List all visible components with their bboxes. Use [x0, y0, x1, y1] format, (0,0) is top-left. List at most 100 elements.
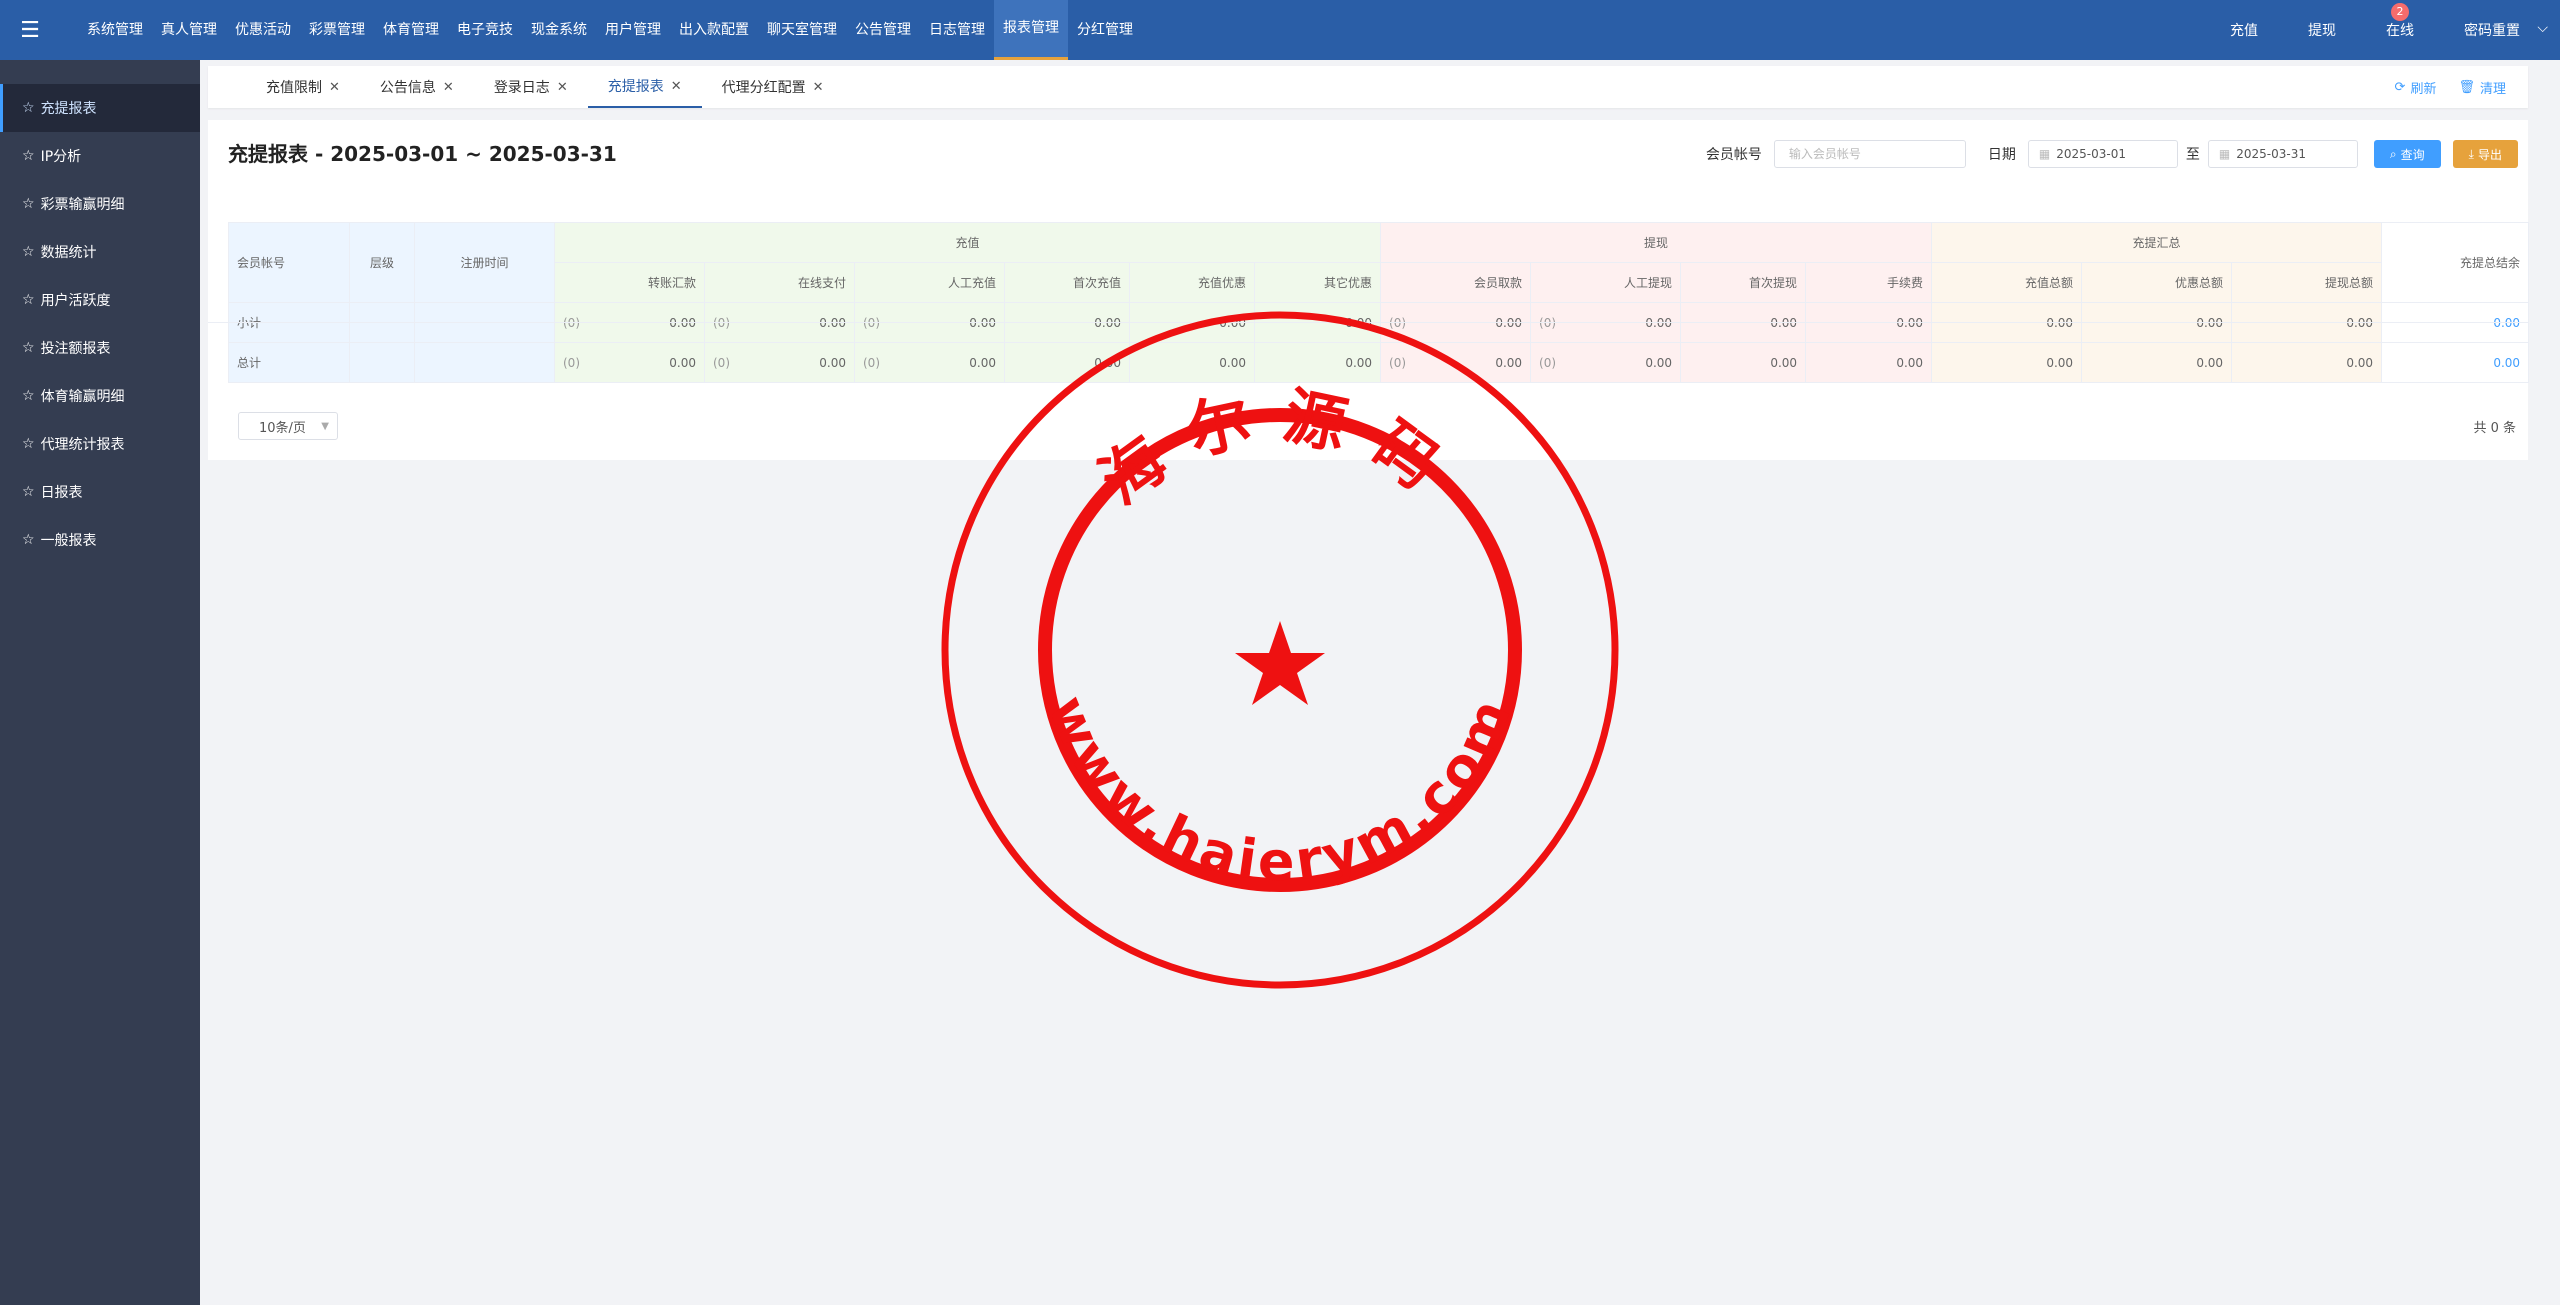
sidebar-item[interactable]: ☆ 日报表: [0, 468, 200, 516]
sidebar-item[interactable]: ☆ 充提报表: [0, 84, 200, 132]
nav-item[interactable]: 公告管理: [846, 0, 920, 60]
star-icon: [1235, 621, 1325, 705]
search-label: 查询: [2400, 147, 2425, 162]
search-button[interactable]: ⌕ 查询: [2373, 140, 2441, 168]
star-icon: ☆: [22, 100, 35, 116]
sidebar-item[interactable]: ☆ 投注额报表: [0, 324, 200, 372]
amount-value: 0.00: [1770, 355, 1798, 370]
nav-item[interactable]: 分红管理: [1068, 0, 1142, 60]
close-icon[interactable]: ✕: [557, 80, 568, 95]
close-icon[interactable]: ✕: [329, 80, 340, 95]
online-link[interactable]: 在线 2: [2386, 3, 2414, 40]
group-header-withdraw: 提现: [1380, 222, 1933, 263]
column-header: 首次提现: [1680, 262, 1807, 303]
sidebar-item[interactable]: ☆ 数据统计: [0, 228, 200, 276]
tab[interactable]: 登录日志 ✕: [474, 66, 588, 108]
column-header: 人工充值: [854, 262, 1005, 303]
download-icon: ⤓: [2468, 146, 2474, 161]
nav-item[interactable]: 现金系统: [522, 0, 596, 60]
sidebar: ☆ 充提报表 ☆ IP分析 ☆ 彩票输赢明细 ☆ 数据统计 ☆ 用户活跃度 ☆ 投注额报表 ☆ 体育输赢明…: [0, 60, 200, 1305]
chevron-down-icon: ▼: [321, 420, 329, 432]
calendar-icon: ▦: [2038, 147, 2051, 161]
total-count: 共 0 条: [2473, 421, 2516, 436]
deposit-link[interactable]: 充值: [2230, 20, 2258, 40]
table-cell: 0.00: [2231, 342, 2383, 383]
sidebar-item[interactable]: ☆ 一般报表: [0, 516, 200, 564]
clear-label: 清理: [2479, 81, 2506, 97]
table-cell: (0) 0.00: [704, 342, 855, 383]
menu-icon[interactable]: ☰: [0, 0, 60, 60]
column-header: 会员取款: [1380, 262, 1532, 303]
column-header: 提现总额: [2231, 262, 2383, 303]
close-icon[interactable]: ✕: [813, 80, 824, 95]
amount-value: 0.00: [819, 355, 846, 370]
count-value[interactable]: (0): [713, 356, 730, 370]
nav-item[interactable]: 出入款配置: [670, 0, 758, 60]
amount-value: 0.00: [1645, 355, 1673, 370]
withdraw-link[interactable]: 提现: [2308, 20, 2336, 40]
sidebar-item[interactable]: ☆ 用户活跃度: [0, 276, 200, 324]
refresh-button[interactable]: ⟳ 刷新: [2395, 78, 2437, 97]
sidebar-item[interactable]: ☆ IP分析: [0, 132, 200, 180]
sidebar-item[interactable]: ☆ 彩票输赢明细: [0, 180, 200, 228]
sidebar-item-label: 日报表: [40, 485, 83, 501]
stamp-bottom-text: www.haierym.com: [1036, 687, 1525, 893]
export-label: 导出: [2477, 147, 2502, 162]
table-cell: [414, 342, 555, 383]
column-header: 层级: [349, 222, 415, 303]
password-reset-link[interactable]: 密码重置: [2464, 20, 2520, 40]
sidebar-item-label: 一般报表: [40, 533, 97, 549]
nav-item[interactable]: 日志管理: [920, 0, 994, 60]
star-icon: ☆: [22, 388, 35, 404]
count-value[interactable]: (0): [563, 356, 580, 370]
date-to-input[interactable]: ▦ 2025-03-31: [2207, 140, 2358, 168]
nav-item[interactable]: 优惠活动: [226, 0, 300, 60]
filter-bar: 会员帐号 日期 ▦ 2025-03-01 至 ▦ 2025-03-31 ⌕ 查询…: [1706, 140, 2518, 168]
column-header: 转账汇款: [554, 262, 705, 303]
export-button[interactable]: ⤓ 导出: [2452, 140, 2518, 168]
close-icon[interactable]: ✕: [671, 79, 682, 94]
column-header: 注册时间: [414, 222, 555, 303]
column-header: 首次充值: [1004, 262, 1130, 303]
star-icon: ☆: [22, 436, 35, 452]
tab[interactable]: 代理分红配置 ✕: [702, 66, 844, 108]
table-cell: 0.00: [1931, 342, 2083, 383]
amount-value: 0.00: [669, 355, 696, 370]
sidebar-item[interactable]: ☆ 体育输赢明细: [0, 372, 200, 420]
table-subheader-row: 转账汇款 在线支付 人工充值 首次充值 充值优惠 其它优惠 会员取款 人工提现 首次提现 手续费充…: [229, 262, 2529, 303]
sidebar-item[interactable]: ☆ 代理统计报表: [0, 420, 200, 468]
trash-icon: 🗑: [2458, 79, 2475, 95]
table-header-row: 会员帐号 层级 注册时间 充值 提现 充提汇总 充提总结余: [228, 222, 2530, 303]
nav-item[interactable]: 报表管理: [994, 0, 1068, 60]
nav-item[interactable]: 电子竞技: [448, 0, 522, 60]
page-size-select[interactable]: 10条/页 ▼: [238, 412, 338, 440]
nav-item[interactable]: 彩票管理: [300, 0, 374, 60]
top-right-actions: 充值 提现 在线 2 密码重置 ⌵: [2230, 0, 2560, 60]
close-icon[interactable]: ✕: [443, 80, 454, 95]
sidebar-item-label: 充提报表: [40, 101, 97, 117]
member-input[interactable]: [1773, 140, 1966, 168]
star-icon: ☆: [22, 532, 35, 548]
nav-item[interactable]: 用户管理: [596, 0, 670, 60]
table-cell: 0.00: [1805, 342, 1933, 383]
star-icon: ☆: [22, 148, 35, 164]
clear-button[interactable]: 🗑 清理: [2458, 78, 2506, 97]
star-icon: ☆: [22, 244, 35, 260]
date-from-input[interactable]: ▦ 2025-03-01: [2027, 140, 2178, 168]
sidebar-item-label: 代理统计报表: [40, 437, 125, 453]
chevron-down-icon[interactable]: ⌵: [2537, 20, 2548, 36]
nav-item[interactable]: 真人管理: [152, 0, 226, 60]
page-size-value: 10条/页: [259, 420, 306, 436]
nav-item[interactable]: 体育管理: [374, 0, 448, 60]
nav-item[interactable]: 聊天室管理: [758, 0, 846, 60]
tab[interactable]: 充值限制 ✕: [246, 66, 360, 108]
watermark-stamp: 海尔源码 www.haierym.com: [941, 311, 1619, 989]
refresh-icon: ⟳: [2394, 79, 2406, 95]
nav-item[interactable]: 系统管理: [78, 0, 152, 60]
table-cell: 0.00: [1680, 342, 1807, 383]
tab[interactable]: 公告信息 ✕: [360, 66, 474, 108]
net-balance-value[interactable]: 0.00: [2493, 356, 2520, 370]
tab[interactable]: 充提报表 ✕: [587, 66, 702, 108]
count-value[interactable]: (0): [863, 356, 880, 370]
tab-label: 代理分红配置: [721, 80, 806, 96]
